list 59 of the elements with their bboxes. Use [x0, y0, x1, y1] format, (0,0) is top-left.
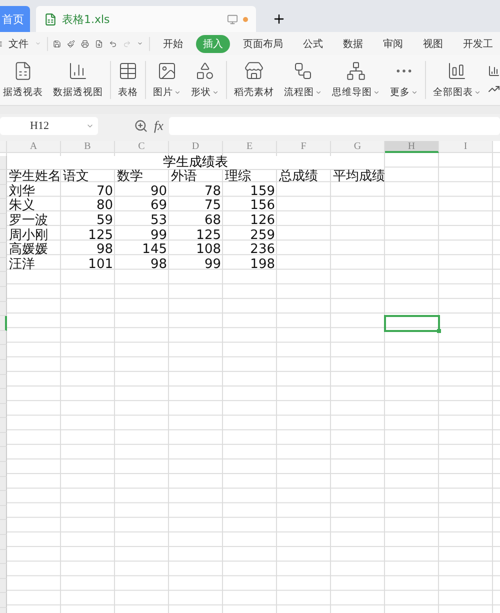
function-button[interactable]: fx — [154, 118, 164, 134]
ribbon-tab[interactable]: 开始 — [156, 34, 190, 52]
ribbon-tab[interactable]: 公式 — [296, 34, 330, 52]
table-cell: 周小刚 — [9, 228, 48, 243]
table-cell: 高媛媛 — [9, 242, 48, 258]
table-cell: 99 — [150, 228, 167, 243]
ribbon-button[interactable]: 全部图表 — [433, 86, 473, 99]
table-cell: 68 — [204, 212, 221, 228]
table-cell: 数学 — [117, 169, 143, 184]
table-cell: 59 — [96, 212, 113, 228]
ribbon-button[interactable]: 思维导图 — [332, 86, 372, 99]
ribbon-tab[interactable]: 数据 — [336, 34, 370, 52]
table-cell: 78 — [204, 184, 221, 199]
table-cell: 259 — [250, 228, 275, 243]
table-cell: 98 — [150, 256, 167, 272]
table-cell: 156 — [250, 198, 275, 214]
table-cell: 108 — [196, 242, 221, 258]
table-cell: 53 — [150, 212, 167, 228]
ribbon-button[interactable]: 数据透视图 — [53, 86, 103, 99]
ribbon-button[interactable]: 形状 — [191, 86, 211, 99]
ribbon-tab[interactable]: 页面布局 — [236, 34, 290, 52]
table-cell: 125 — [88, 228, 113, 243]
sheet-title: 学生成绩表 — [7, 156, 385, 170]
table-cell: 145 — [142, 242, 167, 258]
table-cell: 98 — [96, 242, 113, 258]
table-cell: 90 — [150, 184, 167, 199]
table-cell: 朱义 — [9, 198, 35, 214]
ribbon-button[interactable]: 流程图 — [284, 86, 314, 99]
table-cell: 刘华 — [9, 184, 35, 199]
table-cell: 101 — [88, 256, 113, 272]
table-cell: 126 — [250, 212, 275, 228]
name-box[interactable]: H12 — [0, 117, 98, 135]
table-cell: 罗一波 — [9, 212, 48, 228]
table-cell: 198 — [250, 256, 275, 272]
ribbon-tab[interactable]: 审阅 — [376, 34, 410, 52]
file-menu[interactable]: 文件 — [8, 36, 29, 50]
ribbon-tab[interactable]: 开发工 — [456, 34, 500, 52]
table-cell: 总成绩 — [279, 169, 318, 184]
table-cell: 159 — [250, 184, 275, 199]
table-cell: 学生姓名 — [9, 169, 61, 184]
table-cell: 平均成绩 — [333, 169, 385, 184]
table-cell: 80 — [96, 198, 113, 214]
table-cell: 语文 — [63, 169, 89, 184]
ribbon-button[interactable]: 表格 — [118, 86, 138, 99]
table-cell: 理综 — [225, 169, 251, 184]
table-cell: 70 — [96, 184, 113, 199]
ribbon-button[interactable]: 稻壳素材 — [234, 86, 274, 99]
ribbon-tab[interactable]: 视图 — [416, 34, 450, 52]
ribbon-button[interactable]: 图片 — [153, 86, 173, 99]
table-cell: 69 — [150, 198, 167, 214]
ribbon-button[interactable]: 据透视表 — [3, 86, 43, 99]
ribbon-button[interactable]: 更多 — [390, 86, 410, 99]
table-cell: 外语 — [171, 169, 197, 184]
table-cell: 236 — [250, 242, 275, 258]
table-cell: 99 — [204, 256, 221, 272]
table-cell: 125 — [196, 228, 221, 243]
table-cell: 75 — [204, 198, 221, 214]
table-cell: 汪洋 — [9, 256, 35, 272]
document-tab[interactable]: 表格1.xls — [36, 6, 256, 32]
